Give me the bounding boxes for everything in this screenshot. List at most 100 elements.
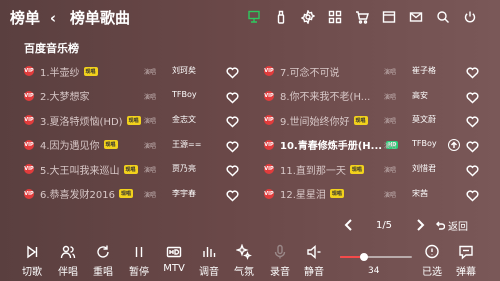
replay-icon bbox=[97, 245, 109, 258]
singer-label: 演唱 bbox=[384, 118, 397, 125]
singer-name: 高安 bbox=[412, 90, 428, 100]
favorite-heart-icon[interactable] bbox=[226, 187, 239, 202]
page-indicator: 1/5 bbox=[375, 219, 393, 231]
song-row[interactable]: VIP 8.你不来我不老(H... 演唱 高安 bbox=[264, 85, 489, 107]
singer-label: 演唱 bbox=[384, 191, 397, 199]
song-row[interactable]: VIP 1.半壶纱 现唱 演唱 刘珂矣 bbox=[24, 60, 249, 82]
song-title: 1.半壶纱 bbox=[40, 67, 80, 79]
singer-label: 演唱 bbox=[144, 69, 157, 76]
pause-icon bbox=[135, 247, 143, 257]
mtv-button[interactable]: MTV bbox=[156, 244, 192, 274]
vip-icon: VIP bbox=[24, 139, 34, 150]
qr-code-icon[interactable] bbox=[321, 7, 348, 27]
singer-label: 演唱 bbox=[144, 191, 157, 199]
tune-button[interactable]: 调音 bbox=[191, 244, 227, 278]
favorite-heart-icon[interactable] bbox=[466, 64, 479, 79]
vip-icon: VIP bbox=[264, 164, 274, 174]
atmosphere-button[interactable]: 气氛 bbox=[226, 244, 262, 278]
prev-page-button[interactable] bbox=[340, 217, 356, 233]
song-title: 7.可念不可说 bbox=[280, 67, 340, 79]
replay-button[interactable]: 重唱 bbox=[85, 244, 121, 278]
screen-cast-icon[interactable] bbox=[240, 7, 267, 27]
song-badge: 现唱 bbox=[126, 115, 141, 125]
song-row[interactable]: VIP 12.星星泪 现唱 演唱 宋茜 bbox=[264, 183, 489, 205]
page-title: 榜单歌曲 bbox=[70, 9, 131, 27]
accompany-button[interactable]: 伴唱 bbox=[50, 244, 86, 278]
hd-icon bbox=[166, 246, 182, 258]
vip-icon: VIP bbox=[24, 164, 34, 174]
singer-name: 贾乃亮 bbox=[172, 164, 196, 173]
nav-title: 榜单 bbox=[10, 9, 41, 27]
favorite-heart-icon[interactable] bbox=[466, 162, 479, 177]
cart-icon[interactable] bbox=[348, 7, 375, 27]
speaker-mute-icon bbox=[307, 244, 321, 260]
bottom-control-bar: 切歌 伴唱 重唱 暂停 MTV 调音 气氛 录音 静音 已选 弹幕 bbox=[0, 240, 500, 281]
mute-button[interactable]: 静音 bbox=[296, 244, 332, 278]
singer-label: 演唱 bbox=[384, 93, 397, 101]
favorite-heart-icon[interactable] bbox=[226, 89, 239, 104]
singer-label: 演唱 bbox=[384, 142, 397, 150]
singer-name: 刘珂矣 bbox=[172, 66, 196, 75]
selected-button[interactable]: 已选 bbox=[414, 244, 450, 278]
singer-label: 演唱 bbox=[144, 142, 157, 150]
singer-label: 演唱 bbox=[144, 118, 157, 125]
vip-icon: VIP bbox=[264, 139, 274, 150]
favorite-heart-icon[interactable] bbox=[466, 138, 479, 153]
song-title: 10.青春修炼手册(H... bbox=[280, 141, 383, 152]
comment-icon bbox=[459, 245, 473, 260]
sparkle-icon bbox=[236, 244, 252, 260]
favorite-heart-icon[interactable] bbox=[226, 113, 239, 128]
song-title: 12.星星泪 bbox=[280, 190, 326, 201]
chart-title: 百度音乐榜 bbox=[24, 42, 79, 55]
favorite-heart-icon[interactable] bbox=[466, 113, 479, 128]
vip-icon: VIP bbox=[24, 188, 34, 199]
favorite-heart-icon[interactable] bbox=[226, 64, 239, 79]
song-title: 4.因为遇见你 bbox=[40, 141, 100, 152]
back-button[interactable]: ‹ bbox=[46, 9, 60, 27]
skip-button[interactable]: 切歌 bbox=[14, 244, 50, 278]
singer-name: TFBoy bbox=[412, 138, 437, 148]
return-button[interactable]: 返回 bbox=[436, 218, 468, 233]
song-row[interactable]: VIP 6.恭喜发财2016 现唱 演唱 李宇春 bbox=[24, 183, 249, 205]
singer-name: 崔子格 bbox=[412, 66, 436, 75]
vip-icon: VIP bbox=[264, 66, 274, 76]
settings-icon[interactable] bbox=[294, 7, 321, 27]
vip-icon: VIP bbox=[264, 115, 274, 125]
favorite-heart-icon[interactable] bbox=[226, 162, 239, 177]
song-badge: 现唱 bbox=[119, 189, 134, 198]
favorite-heart-icon[interactable] bbox=[466, 89, 479, 104]
message-icon[interactable] bbox=[402, 7, 429, 27]
power-icon[interactable] bbox=[456, 7, 483, 27]
singer-label: 演唱 bbox=[144, 167, 157, 174]
song-title: 2.大梦想家 bbox=[40, 92, 90, 103]
pause-button[interactable]: 暂停 bbox=[121, 244, 157, 278]
return-label: 返回 bbox=[448, 222, 468, 233]
record-button[interactable]: 录音 bbox=[262, 244, 298, 278]
song-title: 11.直到那一天 bbox=[280, 165, 346, 177]
song-row[interactable]: VIP 7.可念不可说 演唱 崔子格 bbox=[264, 60, 489, 82]
volume-slider[interactable] bbox=[340, 253, 412, 261]
song-row[interactable]: VIP 4.因为遇见你 现唱 演唱 王源== bbox=[24, 134, 249, 156]
danmaku-button[interactable]: 弹幕 bbox=[448, 244, 484, 278]
singer-name: 金志文 bbox=[172, 115, 196, 124]
song-badge: 现唱 bbox=[123, 164, 138, 174]
favorite-heart-icon[interactable] bbox=[466, 187, 479, 202]
song-row[interactable]: VIP 2.大梦想家 演唱 TFBoy bbox=[24, 85, 249, 107]
vip-icon: VIP bbox=[24, 90, 34, 101]
song-title: 8.你不来我不老(H... bbox=[280, 92, 371, 103]
volume-value: 34 bbox=[368, 266, 380, 276]
usb-icon[interactable] bbox=[267, 7, 294, 27]
next-page-button[interactable] bbox=[412, 217, 428, 233]
favorite-heart-icon[interactable] bbox=[226, 138, 239, 153]
search-icon[interactable] bbox=[429, 7, 456, 27]
singer-name: TFBoy bbox=[172, 89, 197, 99]
song-row[interactable]: VIP 10.青春修炼手册(H... HD 演唱 TFBoy bbox=[264, 134, 489, 156]
vip-icon: VIP bbox=[264, 188, 274, 199]
song-row[interactable]: VIP 9.世间始终你好 现唱 演唱 莫文蔚 bbox=[264, 109, 489, 131]
music-library-icon[interactable] bbox=[375, 7, 402, 27]
song-row[interactable]: VIP 11.直到那一天 现唱 演唱 刘惜君 bbox=[264, 158, 489, 180]
song-row[interactable]: VIP 3.夏洛特烦恼(HD) 现唱 演唱 金志文 bbox=[24, 109, 249, 131]
top-song-icon[interactable] bbox=[448, 138, 460, 151]
singer-label: 演唱 bbox=[144, 93, 157, 101]
song-row[interactable]: VIP 5.大王叫我来巡山 现唱 演唱 贾乃亮 bbox=[24, 158, 249, 180]
